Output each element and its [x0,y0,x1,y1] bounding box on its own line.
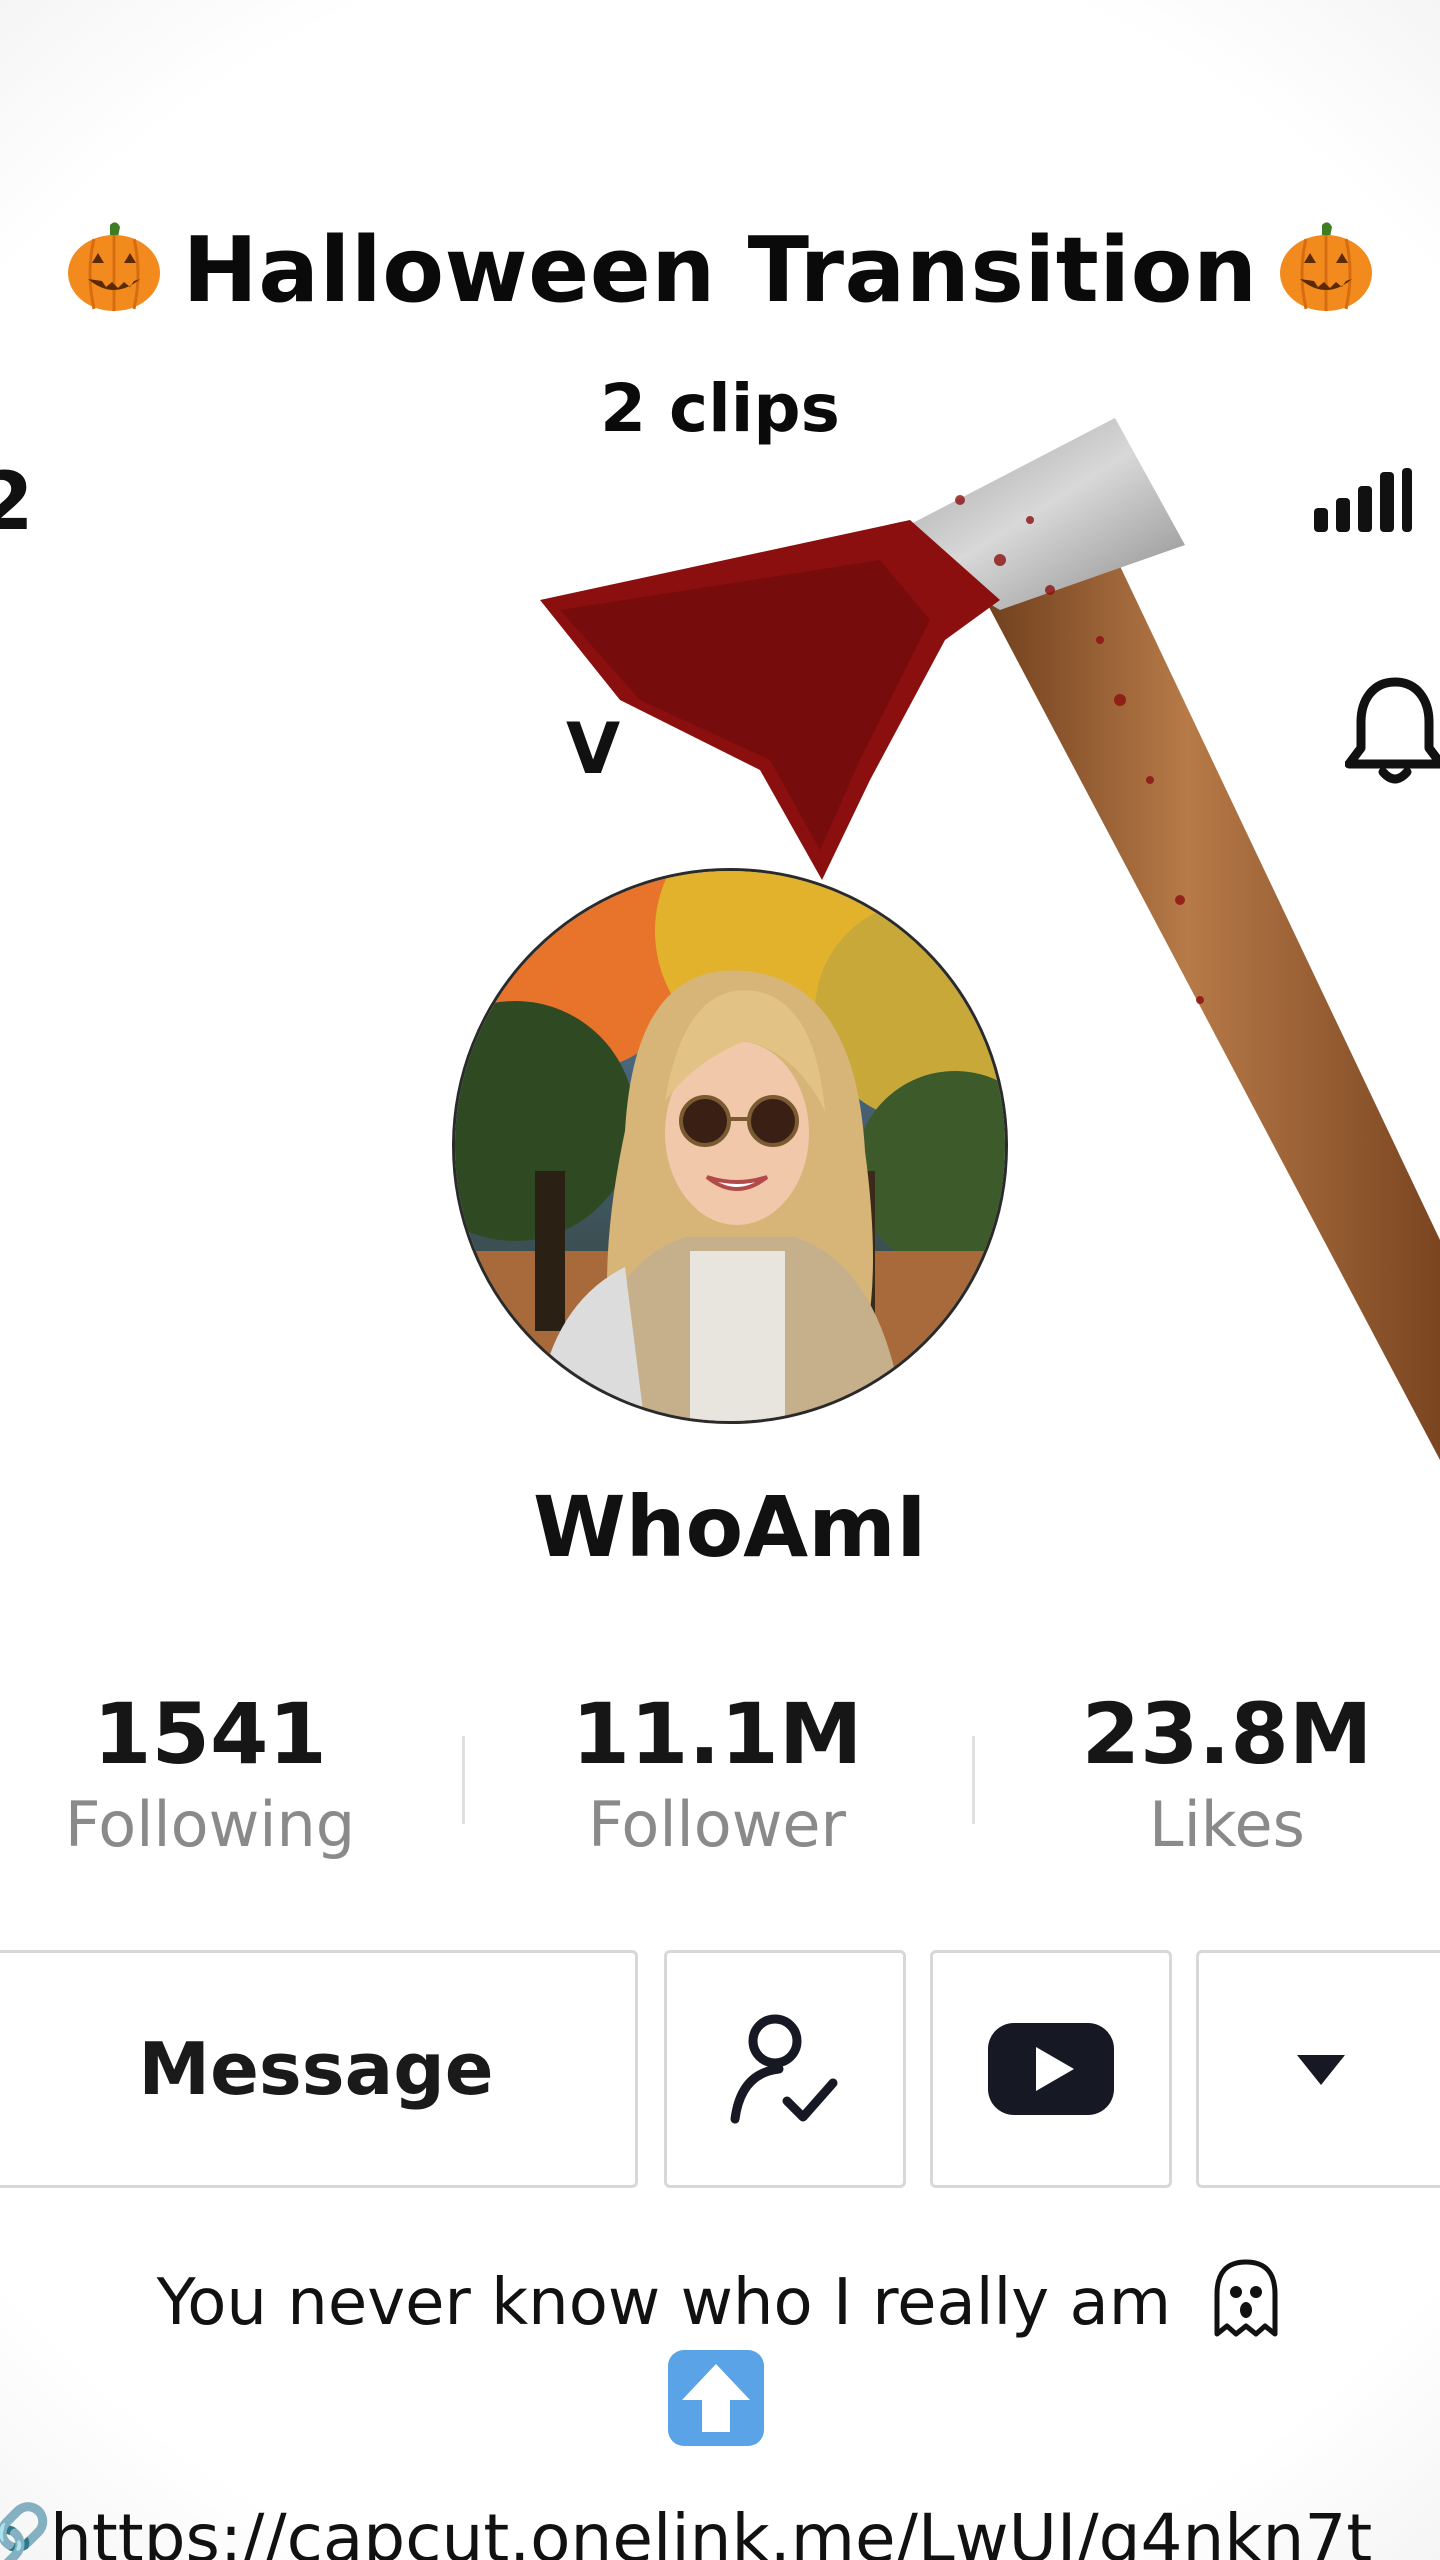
ghost-icon [1214,2259,1278,2337]
notification-bell-icon[interactable] [1345,672,1440,790]
stat-label: Likes [1149,1788,1305,1862]
jack-o-lantern-icon [1279,222,1372,311]
profile-link-text[interactable]: https://capcut.onelink.me/LwUJ/g4nkn7t [50,2500,1372,2560]
youtube-link-button[interactable] [930,1950,1172,2188]
up-arrow-icon [668,2350,764,2446]
profile-avatar[interactable] [452,868,1008,1424]
link-icon: 🔗 [0,2500,53,2560]
header-partial-text: V [566,708,621,790]
message-button[interactable]: Message [0,1950,638,2188]
user-check-icon [730,2014,838,2124]
message-button-label: Message [138,2027,494,2111]
stat-divider [462,1736,465,1824]
stat-likes[interactable]: 23.8M Likes [1047,1685,1407,1862]
signal-strength-icon [1314,468,1412,532]
jack-o-lantern-icon [68,222,161,311]
following-status-button[interactable] [664,1950,906,2188]
profile-bio: You never know who I really am [0,2258,1440,2340]
stat-value: 11.1M [571,1685,863,1783]
more-options-dropdown[interactable] [1196,1950,1440,2188]
stat-value: 23.8M [1081,1685,1373,1783]
bio-text: You never know who I really am [156,2266,1172,2340]
stat-followers[interactable]: 11.1M Follower [537,1685,897,1862]
profile-username: WhoAmI [533,1478,927,1576]
dropdown-arrow-icon [1297,2055,1345,2085]
youtube-icon [988,2023,1114,2115]
stat-label: Follower [587,1788,847,1862]
template-title: Halloween Transition [0,215,1440,323]
clip-count: 2 clips [600,370,840,447]
stat-following[interactable]: 1541 Following [30,1685,390,1862]
stat-divider [972,1736,975,1824]
profile-link[interactable]: 🔗https://capcut.onelink.me/LwUJ/g4nkn7t [0,2500,1372,2560]
status-time: 2 [0,455,34,548]
capcut-template-screen: Halloween Transition 2 clips 2 V WhoAmI … [0,0,1440,2560]
stat-label: Following [64,1788,356,1862]
stat-value: 1541 [93,1685,327,1783]
